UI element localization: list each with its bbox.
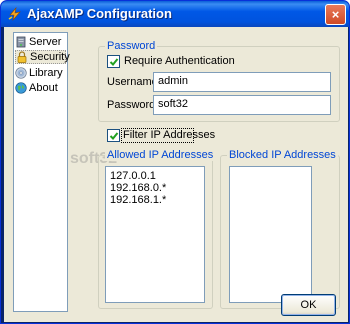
allowed-ip-group: Allowed IP Addresses 127.0.0.1 192.168.0…: [98, 149, 216, 309]
lock-icon: [16, 51, 28, 63]
config-window: AjaxAMP Configuration × Server Security …: [0, 0, 350, 324]
username-field[interactable]: admin: [153, 72, 331, 92]
nav-item-library[interactable]: Library: [15, 66, 66, 80]
ok-button[interactable]: OK: [281, 294, 336, 316]
require-auth-label: Require Authentication: [124, 55, 235, 67]
nav-item-label: Server: [29, 36, 62, 48]
category-list[interactable]: Server Security Library About: [13, 32, 70, 312]
blocked-ip-list[interactable]: [229, 166, 312, 303]
username-label: Username: [107, 76, 158, 88]
close-icon: ×: [331, 7, 340, 22]
filter-ip-label: Filter IP Addresses: [123, 129, 216, 141]
list-item[interactable]: 192.168.0.*: [110, 182, 166, 194]
allowed-ip-legend: Allowed IP Addresses: [105, 149, 216, 161]
nav-item-server[interactable]: Server: [15, 35, 66, 49]
ok-button-label: OK: [300, 299, 317, 311]
title-bar[interactable]: AjaxAMP Configuration ×: [1, 1, 349, 27]
username-value: admin: [158, 75, 188, 87]
password-group-legend: Password: [105, 40, 158, 52]
cd-icon: [15, 67, 27, 79]
blocked-ip-legend: Blocked IP Addresses: [227, 149, 338, 161]
list-item[interactable]: 192.168.1.*: [110, 194, 166, 206]
checkmark-icon: [109, 132, 119, 140]
checkmark-icon: [109, 58, 119, 66]
allowed-ip-list[interactable]: 127.0.0.1 192.168.0.* 192.168.1.*: [105, 166, 205, 303]
nav-item-about[interactable]: About: [15, 81, 66, 95]
nav-item-label: Security: [30, 51, 70, 63]
nav-item-security[interactable]: Security: [15, 50, 70, 64]
nav-item-label: About: [29, 82, 58, 94]
window-title: AjaxAMP Configuration: [27, 6, 172, 21]
filter-ip-checkbox[interactable]: [107, 129, 120, 142]
password-value: soft32: [158, 98, 188, 110]
password-field[interactable]: soft32: [153, 95, 331, 115]
server-icon: [15, 36, 27, 48]
lightning-icon: [7, 6, 23, 22]
require-auth-checkbox[interactable]: [107, 55, 120, 68]
list-item[interactable]: 127.0.0.1: [110, 170, 156, 182]
password-group: Password Require Authentication Username…: [98, 40, 340, 122]
password-label: Password: [107, 99, 156, 111]
client-area: Server Security Library About Password R…: [4, 27, 348, 322]
nav-item-label: Library: [29, 67, 63, 79]
close-button[interactable]: ×: [325, 4, 346, 25]
blocked-ip-group: Blocked IP Addresses: [220, 149, 340, 309]
globe-icon: [15, 82, 27, 94]
